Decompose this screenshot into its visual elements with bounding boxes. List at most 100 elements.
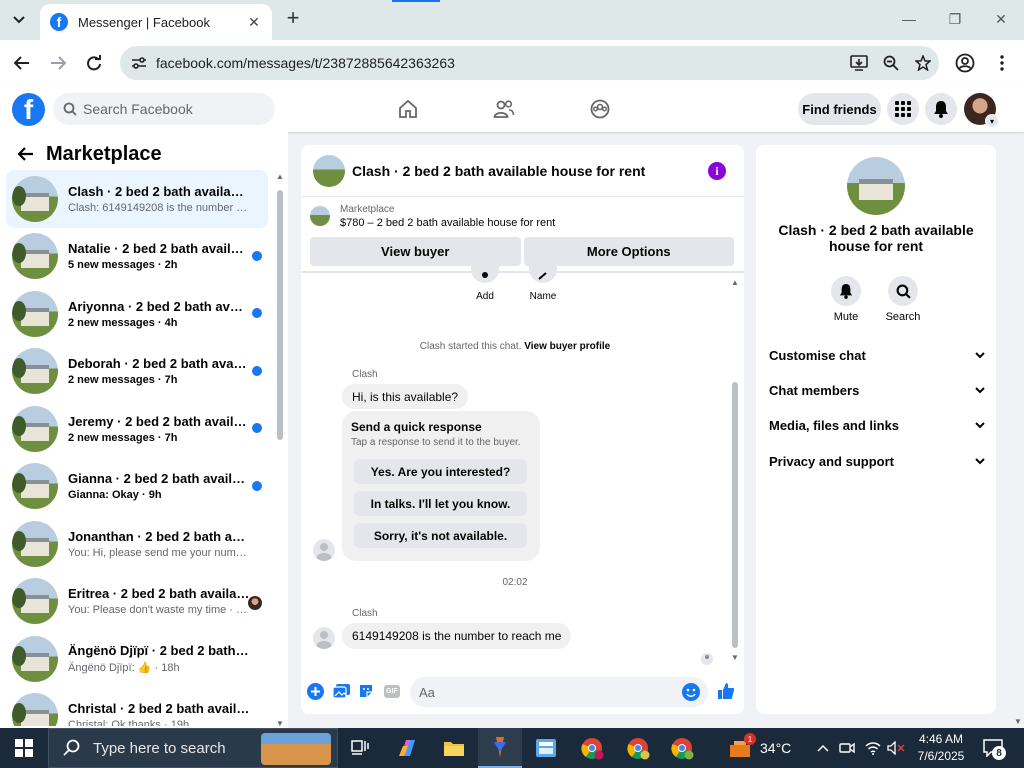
scroll-down-arrow-icon[interactable]: ▼: [731, 653, 739, 662]
file-explorer-icon[interactable]: [432, 728, 476, 768]
emoji-icon[interactable]: [682, 683, 700, 701]
chat-scrollbar[interactable]: ▲ ▼: [729, 278, 741, 662]
windows-taskbar: Type here to search 1 34°C 4:46 AM 7/6/2…: [0, 728, 1024, 768]
more-options-button[interactable]: More Options: [523, 237, 734, 266]
conversation-item[interactable]: Ariyonna · 2 bed 2 bath available house …: [6, 285, 268, 343]
volume-muted-icon[interactable]: [885, 728, 907, 768]
friends-nav-button[interactable]: [489, 96, 519, 122]
zoom-icon[interactable]: [875, 49, 907, 77]
conversation-list-scrollbar[interactable]: ▲ ▼: [274, 172, 286, 728]
scrollbar-thumb[interactable]: [732, 382, 738, 648]
conversation-item[interactable]: Ängënö Djïpï · 2 bed 2 bath available ho…: [6, 630, 268, 688]
sender-avatar[interactable]: [313, 539, 335, 561]
notification-center-button[interactable]: 8: [980, 736, 1006, 760]
media-files-links-section[interactable]: Media, files and links: [769, 410, 985, 440]
message-bubble[interactable]: 6149149208 is the number to reach me: [342, 623, 572, 649]
pinned-app-icon[interactable]: [478, 728, 522, 768]
chat-members-section[interactable]: Chat members: [769, 375, 985, 405]
message-bubble[interactable]: Hi, is this available?: [342, 384, 469, 409]
chrome-profile-icon[interactable]: [570, 728, 614, 768]
scroll-up-arrow-icon[interactable]: ▲: [731, 278, 739, 287]
conversation-item[interactable]: Clash · 2 bed 2 bath available house for…: [6, 170, 268, 228]
url-text[interactable]: facebook.com/messages/t/2387288564236326…: [156, 55, 843, 71]
reload-button[interactable]: [81, 50, 107, 76]
mute-button[interactable]: Mute: [816, 276, 876, 323]
photos-app-icon[interactable]: [524, 728, 568, 768]
conversation-item[interactable]: Deborah · 2 bed 2 bath available house f…: [6, 343, 268, 401]
site-info-icon[interactable]: [128, 52, 150, 74]
facebook-search[interactable]: [53, 93, 275, 125]
weather-widget[interactable]: 1 34°C: [728, 728, 791, 768]
search-in-conversation-button[interactable]: Search: [873, 276, 933, 323]
quick-response-in-talks[interactable]: In talks. I'll let you know.: [354, 491, 527, 516]
search-input[interactable]: [83, 101, 253, 117]
find-friends-button[interactable]: Find friends: [798, 93, 881, 125]
browser-profile-button[interactable]: [952, 50, 978, 76]
conversation-item[interactable]: Christal · 2 bed 2 bath available house …: [6, 688, 268, 726]
browser-menu-button[interactable]: [990, 50, 1014, 76]
conversation-item[interactable]: Jeremy · 2 bed 2 bath available house fo…: [6, 400, 268, 458]
quick-response-sorry[interactable]: Sorry, it's not available.: [354, 523, 527, 548]
chrome-profile-icon[interactable]: [660, 728, 704, 768]
forward-button[interactable]: [45, 50, 71, 76]
scroll-down-arrow-icon[interactable]: ▼: [1014, 717, 1022, 726]
address-bar[interactable]: facebook.com/messages/t/2387288564236326…: [120, 46, 939, 80]
message-input[interactable]: [419, 684, 682, 700]
sender-avatar[interactable]: [313, 627, 335, 649]
taskbar-clock[interactable]: 4:46 AM 7/6/2025: [912, 731, 970, 765]
meet-now-icon[interactable]: [836, 728, 858, 768]
facebook-logo-icon[interactable]: f: [12, 93, 45, 126]
sticker-icon[interactable]: [357, 682, 375, 700]
groups-nav-button[interactable]: [585, 96, 615, 122]
listing-photo[interactable]: [847, 157, 905, 215]
conversation-item[interactable]: Jonanthan · 2 bed 2 bath available house…: [6, 515, 268, 573]
tab-search-button[interactable]: [6, 8, 32, 32]
new-tab-button[interactable]: +: [282, 7, 304, 30]
scroll-down-arrow-icon[interactable]: ▼: [276, 719, 284, 728]
info-icon[interactable]: i: [708, 162, 726, 180]
conversation-item[interactable]: Natalie · 2 bed 2 bath available house f…: [6, 228, 268, 286]
back-arrow-icon[interactable]: [14, 142, 38, 166]
thumbs-up-icon[interactable]: [717, 682, 735, 700]
listing-thumbnail[interactable]: [313, 154, 345, 187]
listing-bar[interactable]: Marketplace $780 – 2 bed 2 bath availabl…: [301, 198, 744, 234]
conversation-preview: 5 new messages · 2h: [68, 259, 250, 271]
conversation-item[interactable]: Eritrea · 2 bed 2 bath available house f…: [6, 573, 268, 631]
scrollbar-thumb[interactable]: [277, 190, 283, 440]
nickname-button[interactable]: Name: [518, 263, 568, 302]
customise-chat-section[interactable]: Customise chat: [769, 340, 985, 370]
bookmark-star-icon[interactable]: [907, 49, 939, 77]
add-friend-button[interactable]: Add: [460, 263, 510, 302]
quick-response-yes[interactable]: Yes. Are you interested?: [354, 459, 527, 484]
close-window-button[interactable]: ✕: [986, 6, 1016, 32]
tab-close-icon[interactable]: ✕: [246, 14, 262, 30]
menu-grid-button[interactable]: [887, 93, 919, 125]
photo-icon[interactable]: [332, 682, 350, 700]
copilot-icon[interactable]: [386, 728, 430, 768]
chrome-profile-icon[interactable]: [616, 728, 660, 768]
profile-avatar[interactable]: ▾: [964, 93, 999, 128]
view-buyer-button[interactable]: View buyer: [310, 237, 521, 266]
chat-title[interactable]: Clash · 2 bed 2 bath available house for…: [352, 163, 645, 179]
windows-start-button[interactable]: [0, 728, 48, 768]
gif-icon[interactable]: GIF: [383, 682, 401, 700]
wifi-icon[interactable]: [862, 728, 884, 768]
task-view-icon[interactable]: [338, 728, 382, 768]
notifications-button[interactable]: [925, 93, 957, 125]
privacy-support-section[interactable]: Privacy and support: [769, 446, 985, 476]
view-buyer-profile-link[interactable]: View buyer profile: [524, 341, 610, 352]
chevron-down-icon: ▾: [985, 114, 999, 128]
browser-tab-active[interactable]: f Messenger | Facebook ✕: [40, 4, 272, 40]
conversation-item[interactable]: Gianna · 2 bed 2 bath available house fo…: [6, 458, 268, 516]
more-actions-plus-icon[interactable]: [306, 682, 324, 700]
section-label: Customise chat: [769, 347, 866, 363]
show-hidden-icons-chevron-icon[interactable]: [812, 728, 834, 768]
home-nav-button[interactable]: [393, 96, 423, 122]
restore-button[interactable]: ❐: [940, 6, 970, 32]
taskbar-search[interactable]: Type here to search: [48, 728, 338, 768]
scroll-up-arrow-icon[interactable]: ▲: [276, 172, 284, 181]
page-scrollbar[interactable]: ▼: [1012, 132, 1024, 728]
back-button[interactable]: [9, 50, 35, 76]
minimize-button[interactable]: —: [894, 6, 924, 32]
install-app-icon[interactable]: [843, 49, 875, 77]
